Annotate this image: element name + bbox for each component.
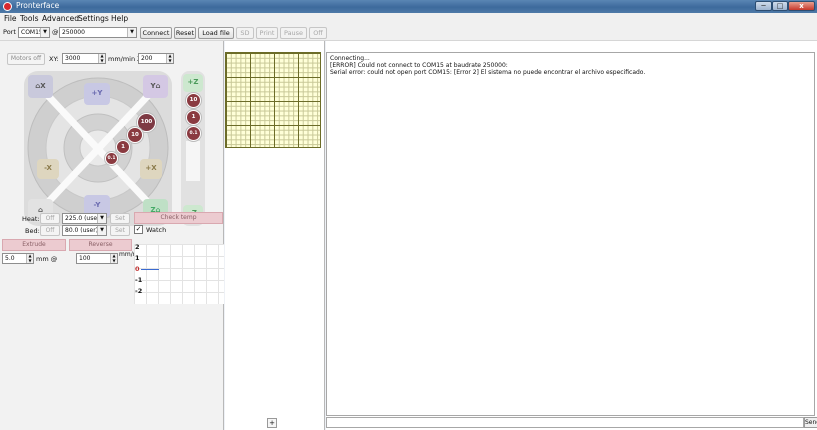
heat-set-button[interactable]: Set [110, 213, 130, 224]
log-output: Connecting... [ERROR] Could not connect … [326, 52, 815, 416]
step-0.1-button[interactable]: 0.1 [105, 152, 118, 165]
window-title: Pronterface [16, 1, 60, 10]
plus-x-button[interactable]: +X [140, 159, 162, 179]
spin-arrows-icon[interactable]: ▲ ▼ [26, 253, 33, 263]
menu-tools[interactable]: Tools [20, 14, 38, 23]
extrude-units-label: mm/min [119, 251, 145, 258]
temperature-graph: 2 1 0 -1 -2 [134, 243, 224, 304]
spin-arrows-icon[interactable]: ▲ ▼ [110, 253, 117, 263]
motors-off-button[interactable]: Motors off [7, 53, 45, 65]
toolbar: Port COM15 ▼ @ 250000 ▼ Connect Reset Lo… [0, 24, 817, 41]
spin-arrows-icon[interactable]: ▲ ▼ [166, 53, 173, 63]
at-label: @ [52, 28, 59, 36]
check-temp-button[interactable]: Check temp [134, 212, 223, 224]
home-y-button[interactable]: Y⌂ [143, 75, 168, 98]
minimize-button[interactable]: ─ [755, 1, 772, 11]
menu-advanced[interactable]: Advanced [42, 14, 79, 23]
extrude-length-value: 5.0 [5, 255, 15, 262]
plus-y-button[interactable]: +Y [84, 83, 110, 105]
off-button[interactable]: Off [309, 27, 327, 39]
bed-off-button[interactable]: Off [40, 225, 60, 236]
baud-select[interactable]: 250000 ▼ [59, 27, 137, 38]
bed-label: Bed: [25, 227, 40, 235]
step-10-button[interactable]: 10 [127, 127, 143, 143]
z-step-1-button[interactable]: 1 [186, 110, 201, 125]
graph-y-label: 0 [135, 265, 140, 273]
maximize-button[interactable]: □ [772, 1, 788, 11]
xy-feedrate-value: 3000 [65, 55, 81, 62]
home-x-button[interactable]: ⌂X [28, 75, 53, 98]
heat-temp-select[interactable]: 225.0 (user) ▼ [62, 213, 107, 224]
menu-help[interactable]: Help [111, 14, 128, 23]
xy-label: XY: [49, 55, 59, 63]
send-button[interactable]: Send [804, 417, 817, 428]
bed-preview-grid [225, 52, 321, 148]
port-select[interactable]: COM15 ▼ [18, 27, 50, 38]
menu-bar: File Tools Advanced Settings Help [0, 13, 817, 24]
chevron-down-icon[interactable]: ▼ [97, 214, 106, 223]
printer-control-panel: Motors off XY: 3000 ▲ ▼ mm/min Z: 200 ▲ ▼ … [0, 41, 224, 430]
extrude-mm-label: mm @ [36, 255, 58, 263]
log-panel: Connecting... [ERROR] Could not connect … [326, 41, 817, 430]
log-line: Connecting... [330, 55, 370, 62]
pause-button[interactable]: Pause [280, 27, 307, 39]
log-line: [ERROR] Could not connect to COM15 at ba… [330, 62, 508, 70]
bed-temp-value: 80.0 (user) [65, 227, 99, 234]
chevron-down-icon[interactable]: ▼ [40, 28, 49, 37]
z-step-0.1-button[interactable]: 0.1 [186, 126, 201, 141]
log-line: Serial error: could not open port COM15:… [330, 69, 646, 77]
z-step-10-button[interactable]: 10 [186, 93, 201, 108]
graph-y-label: 1 [135, 254, 140, 262]
watch-label: Watch [146, 226, 167, 234]
step-1-button[interactable]: 1 [116, 140, 130, 154]
print-button[interactable]: Print [256, 27, 278, 39]
extrude-length-input[interactable]: 5.0 ▲ ▼ [2, 253, 34, 264]
z-feedrate-value: 200 [141, 55, 153, 62]
bed-set-button[interactable]: Set [110, 225, 130, 236]
menu-file[interactable]: File [4, 14, 17, 23]
xy-feedrate-input[interactable]: 3000 ▲ ▼ [62, 53, 106, 64]
watch-checkbox[interactable]: ✓ [134, 225, 143, 234]
spin-arrows-icon[interactable]: ▲ ▼ [98, 53, 105, 63]
z-slider-track [186, 141, 200, 181]
minus-x-button[interactable]: -X [37, 159, 59, 179]
home-y-label: Y [150, 82, 156, 90]
graph-y-label: 2 [135, 243, 140, 251]
extrude-button[interactable]: Extrude [2, 239, 66, 251]
extrude-speed-value: 100 [79, 255, 91, 262]
home-x-label: X [40, 82, 46, 90]
heat-off-button[interactable]: Off [40, 213, 60, 224]
reverse-button[interactable]: Reverse [69, 239, 132, 251]
sd-button[interactable]: SD [236, 27, 254, 39]
xy-jog-control[interactable]: ⌂X Y⌂ ⌂ Z⌂ +Y -Y -X +X 100 10 1 0.1 [24, 71, 172, 226]
z-jog-control[interactable]: +Z 10 1 0.1 -Z [181, 71, 205, 226]
heat-label: Heat: [22, 215, 40, 223]
port-label: Port [3, 28, 16, 36]
connect-button[interactable]: Connect [140, 27, 172, 39]
print-preview-panel: + [225, 41, 325, 430]
graph-line [141, 269, 159, 270]
chevron-down-icon[interactable]: ▼ [97, 226, 106, 235]
baud-value: 250000 [62, 29, 85, 36]
bed-temp-select[interactable]: 80.0 (user) ▼ [62, 225, 107, 236]
app-icon [3, 2, 12, 11]
plus-z-button[interactable]: +Z [183, 74, 203, 92]
load-file-button[interactable]: Load file [198, 27, 234, 39]
reset-button[interactable]: Reset [174, 27, 196, 39]
close-button[interactable]: x [788, 1, 815, 11]
menu-settings[interactable]: Settings [78, 14, 109, 23]
title-bar: Pronterface ─ □ x [0, 0, 817, 13]
layer-up-button[interactable]: + [267, 418, 277, 428]
command-input[interactable] [326, 417, 804, 428]
graph-y-label: -2 [135, 287, 143, 295]
extrude-speed-input[interactable]: 100 ▲ ▼ [76, 253, 118, 264]
chevron-down-icon[interactable]: ▼ [127, 28, 136, 37]
graph-y-label: -1 [135, 276, 143, 284]
z-feedrate-input[interactable]: 200 ▲ ▼ [138, 53, 174, 64]
